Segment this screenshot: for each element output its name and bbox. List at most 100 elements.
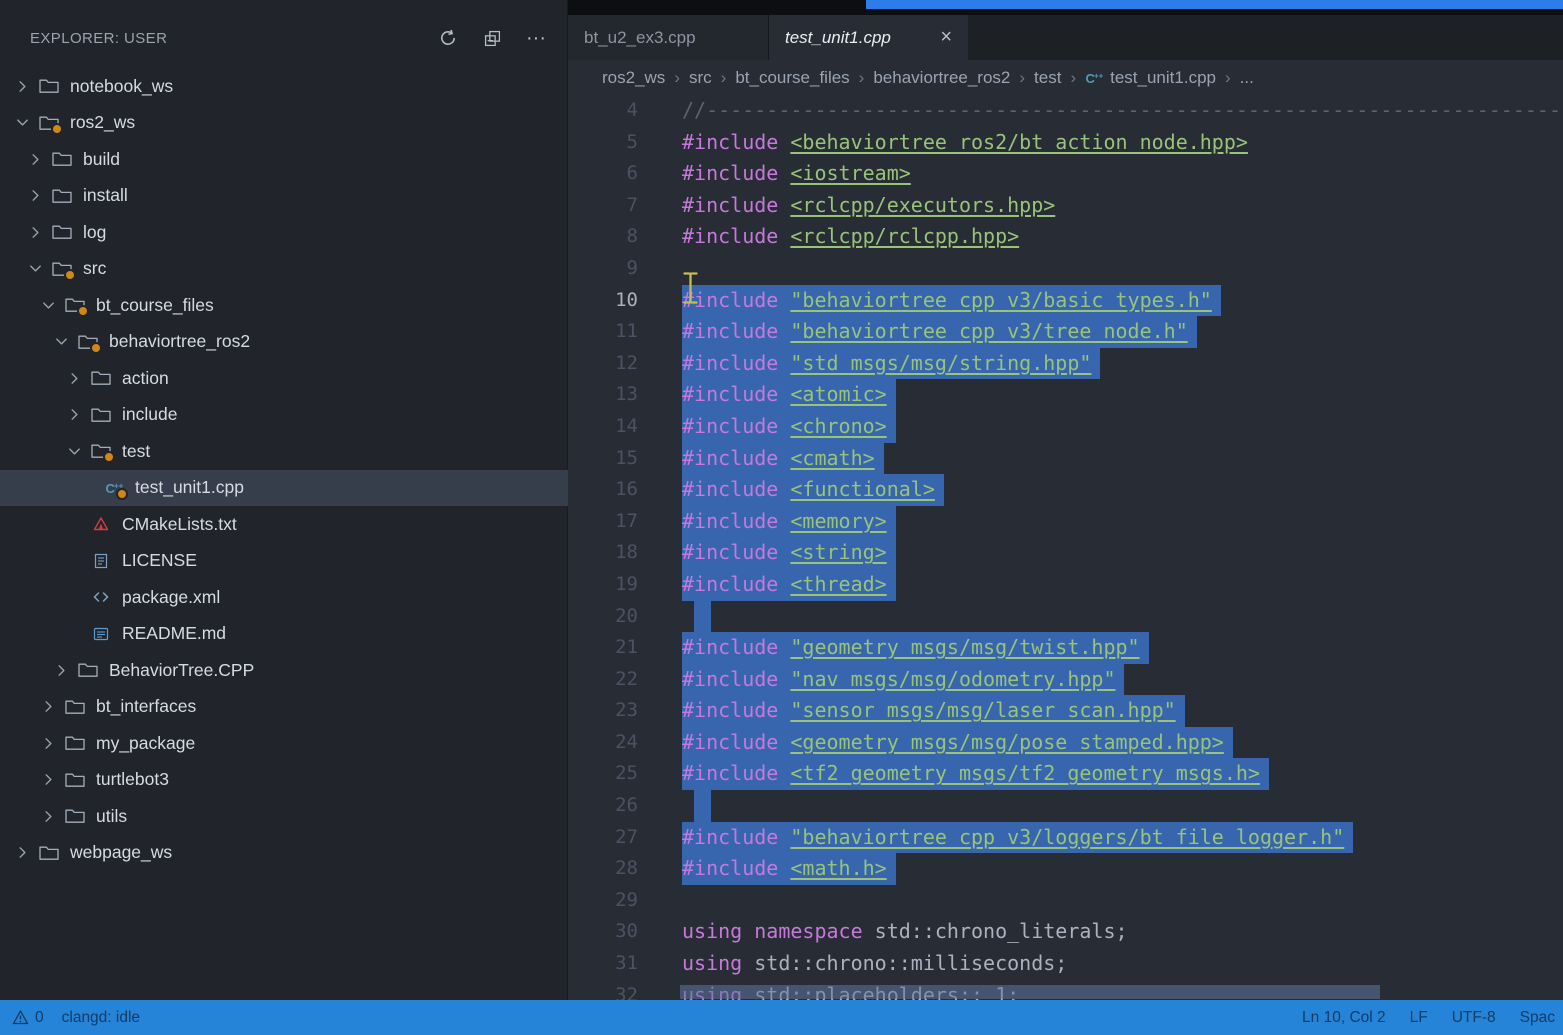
- tree-item-bt-course-files[interactable]: bt_course_files: [0, 287, 568, 324]
- tree-item-build[interactable]: build: [0, 141, 568, 178]
- tree-item-log[interactable]: log: [0, 214, 568, 251]
- breadcrumb-item-test-unit1-cpp[interactable]: C++test_unit1.cpp: [1085, 68, 1216, 88]
- cursor-position[interactable]: Ln 10, Col 2: [1302, 1009, 1386, 1027]
- tree-item-test[interactable]: test: [0, 433, 568, 470]
- code-line-8[interactable]: 8#include <rclcpp/rclcpp.hpp>: [568, 221, 1563, 253]
- eol-indicator[interactable]: LF: [1410, 1009, 1428, 1027]
- line-number: 12: [568, 348, 638, 380]
- code-line-12[interactable]: 12 #include "std_msgs/msg/string.hpp": [568, 348, 1563, 380]
- tree-item-package-xml[interactable]: package.xml: [0, 579, 568, 616]
- code-line-23[interactable]: 23#include "sensor_msgs/msg/laser_scan.h…: [568, 695, 1563, 727]
- line-number: 32: [568, 980, 638, 1000]
- code-line-25[interactable]: 25#include <tf2_geometry_msgs/tf2_geomet…: [568, 758, 1563, 790]
- tree-item-behaviortree-ros2[interactable]: behaviortree_ros2: [0, 324, 568, 361]
- code-editor[interactable]: 4//-------------------------------------…: [568, 95, 1563, 1000]
- tree-item-test-unit1-cpp[interactable]: C++test_unit1.cpp: [0, 470, 568, 507]
- code-line-5[interactable]: 5#include <behaviortree_ros2/bt_action_n…: [568, 127, 1563, 159]
- tree-item-webpage-ws[interactable]: webpage_ws: [0, 835, 568, 872]
- selection-highlight: #include <atomic>: [682, 379, 896, 411]
- code-line-text: using std::chrono::milliseconds;: [682, 948, 1067, 980]
- breadcrumb-item-ros2-ws[interactable]: ros2_ws: [602, 68, 665, 88]
- chevron-down-icon: [66, 443, 82, 459]
- code-line-6[interactable]: 6#include <iostream>: [568, 158, 1563, 190]
- more-actions-icon[interactable]: ···: [524, 26, 548, 50]
- tree-item-behaviortree-cpp[interactable]: BehaviorTree.CPP: [0, 652, 568, 689]
- problems-warning-count[interactable]: 0: [12, 1009, 44, 1027]
- folder-icon: [65, 771, 85, 789]
- tree-item-src[interactable]: src: [0, 251, 568, 288]
- code-line-26[interactable]: 26: [568, 790, 1563, 822]
- folder-icon: [65, 807, 85, 825]
- code-line-16[interactable]: 16#include <functional>: [568, 474, 1563, 506]
- code-line-text: #include <geometry_msgs/msg/pose_stamped…: [682, 727, 1233, 759]
- breadcrumb-item-more[interactable]: ...: [1240, 68, 1254, 88]
- tree-item-action[interactable]: action: [0, 360, 568, 397]
- code-line-27[interactable]: 27#include "behaviortree_cpp_v3/loggers/…: [568, 822, 1563, 854]
- code-line-21[interactable]: 21#include "geometry_msgs/msg/twist.hpp": [568, 632, 1563, 664]
- indent-spacer: [79, 480, 95, 496]
- close-icon[interactable]: ×: [940, 26, 952, 49]
- tree-item-label: build: [83, 149, 120, 170]
- code-line-24[interactable]: 24#include <geometry_msgs/msg/pose_stamp…: [568, 727, 1563, 759]
- horizontal-scrollbar[interactable]: [680, 985, 1380, 999]
- tree-item-label: BehaviorTree.CPP: [109, 660, 254, 681]
- code-line-text: #include <tf2_geometry_msgs/tf2_geometry…: [682, 758, 1269, 790]
- code-line-31[interactable]: 31using std::chrono::milliseconds;: [568, 948, 1563, 980]
- breadcrumb-item-behaviortree-ros2[interactable]: behaviortree_ros2: [873, 68, 1010, 88]
- line-number: 19: [568, 569, 638, 601]
- code-line-29[interactable]: 29: [568, 885, 1563, 917]
- folder-icon: [78, 661, 98, 679]
- tree-item-license[interactable]: LICENSE: [0, 543, 568, 580]
- code-line-text: #include "sensor_msgs/msg/laser_scan.hpp…: [682, 695, 1185, 727]
- tree-item-turtlebot3[interactable]: turtlebot3: [0, 762, 568, 799]
- tab-test-unit1-cpp[interactable]: test_unit1.cpp×: [769, 15, 968, 60]
- tree-item-bt-interfaces[interactable]: bt_interfaces: [0, 689, 568, 726]
- line-number: 17: [568, 506, 638, 538]
- code-line-9[interactable]: 9: [568, 253, 1563, 285]
- code-line-15[interactable]: 15#include <cmath>: [568, 443, 1563, 475]
- breadcrumb-item-test[interactable]: test: [1034, 68, 1061, 88]
- tab-bt-u2-ex3-cpp[interactable]: bt_u2_ex3.cpp: [568, 15, 769, 60]
- code-line-14[interactable]: 14#include <chrono>: [568, 411, 1563, 443]
- breadcrumb-separator: ›: [859, 68, 865, 88]
- encoding-indicator[interactable]: UTF-8: [1452, 1009, 1496, 1027]
- selection-highlight: #include <thread>: [682, 569, 896, 601]
- code-line-17[interactable]: 17#include <memory>: [568, 506, 1563, 538]
- refresh-explorer-icon[interactable]: [436, 26, 460, 50]
- breadcrumb-item-src[interactable]: src: [689, 68, 712, 88]
- tree-item-my-package[interactable]: my_package: [0, 725, 568, 762]
- code-line-22[interactable]: 22#include "nav_msgs/msg/odometry.hpp": [568, 664, 1563, 696]
- code-line-text: #include "std_msgs/msg/string.hpp": [682, 348, 1100, 380]
- tree-item-ros2-ws[interactable]: ros2_ws: [0, 105, 568, 142]
- code-line-20[interactable]: 20: [568, 601, 1563, 633]
- line-number: 6: [568, 158, 638, 190]
- tree-item-utils[interactable]: utils: [0, 798, 568, 835]
- breadcrumb-item-bt-course-files[interactable]: bt_course_files: [735, 68, 849, 88]
- code-line-10[interactable]: 10#include "behaviortree_cpp_v3/basic_ty…: [568, 285, 1563, 317]
- code-line-11[interactable]: 11#include "behaviortree_cpp_v3/tree_nod…: [568, 316, 1563, 348]
- collapse-folders-icon[interactable]: [480, 26, 504, 50]
- top-accent-bar: [866, 0, 1563, 9]
- tree-item-notebook-ws[interactable]: notebook_ws: [0, 68, 568, 105]
- xml-icon: [91, 588, 111, 606]
- code-line-28[interactable]: 28#include <math.h>: [568, 853, 1563, 885]
- code-line-19[interactable]: 19 #include <thread>: [568, 569, 1563, 601]
- tree-item-readme-md[interactable]: README.md: [0, 616, 568, 653]
- code-line-7[interactable]: 7#include <rclcpp/executors.hpp>: [568, 190, 1563, 222]
- line-number: 5: [568, 127, 638, 159]
- clangd-status[interactable]: clangd: idle: [62, 1009, 140, 1027]
- breadcrumb-separator: ›: [721, 68, 727, 88]
- code-line-18[interactable]: 18#include <string>: [568, 537, 1563, 569]
- status-label: 0: [35, 1009, 44, 1027]
- tree-item-include[interactable]: include: [0, 397, 568, 434]
- tree-item-label: include: [122, 404, 177, 425]
- tree-item-cmakelists-txt[interactable]: CMakeLists.txt: [0, 506, 568, 543]
- tree-item-install[interactable]: install: [0, 178, 568, 215]
- code-line-text: #include "geometry_msgs/msg/twist.hpp": [682, 632, 1149, 664]
- code-line-13[interactable]: 13#include <atomic>: [568, 379, 1563, 411]
- code-line-4[interactable]: 4//-------------------------------------…: [568, 95, 1563, 127]
- code-line-text: #include <thread>: [682, 569, 896, 601]
- indentation-indicator[interactable]: Spac: [1520, 1009, 1555, 1027]
- tree-item-label: my_package: [96, 733, 195, 754]
- code-line-30[interactable]: 30using namespace std::chrono_literals;: [568, 916, 1563, 948]
